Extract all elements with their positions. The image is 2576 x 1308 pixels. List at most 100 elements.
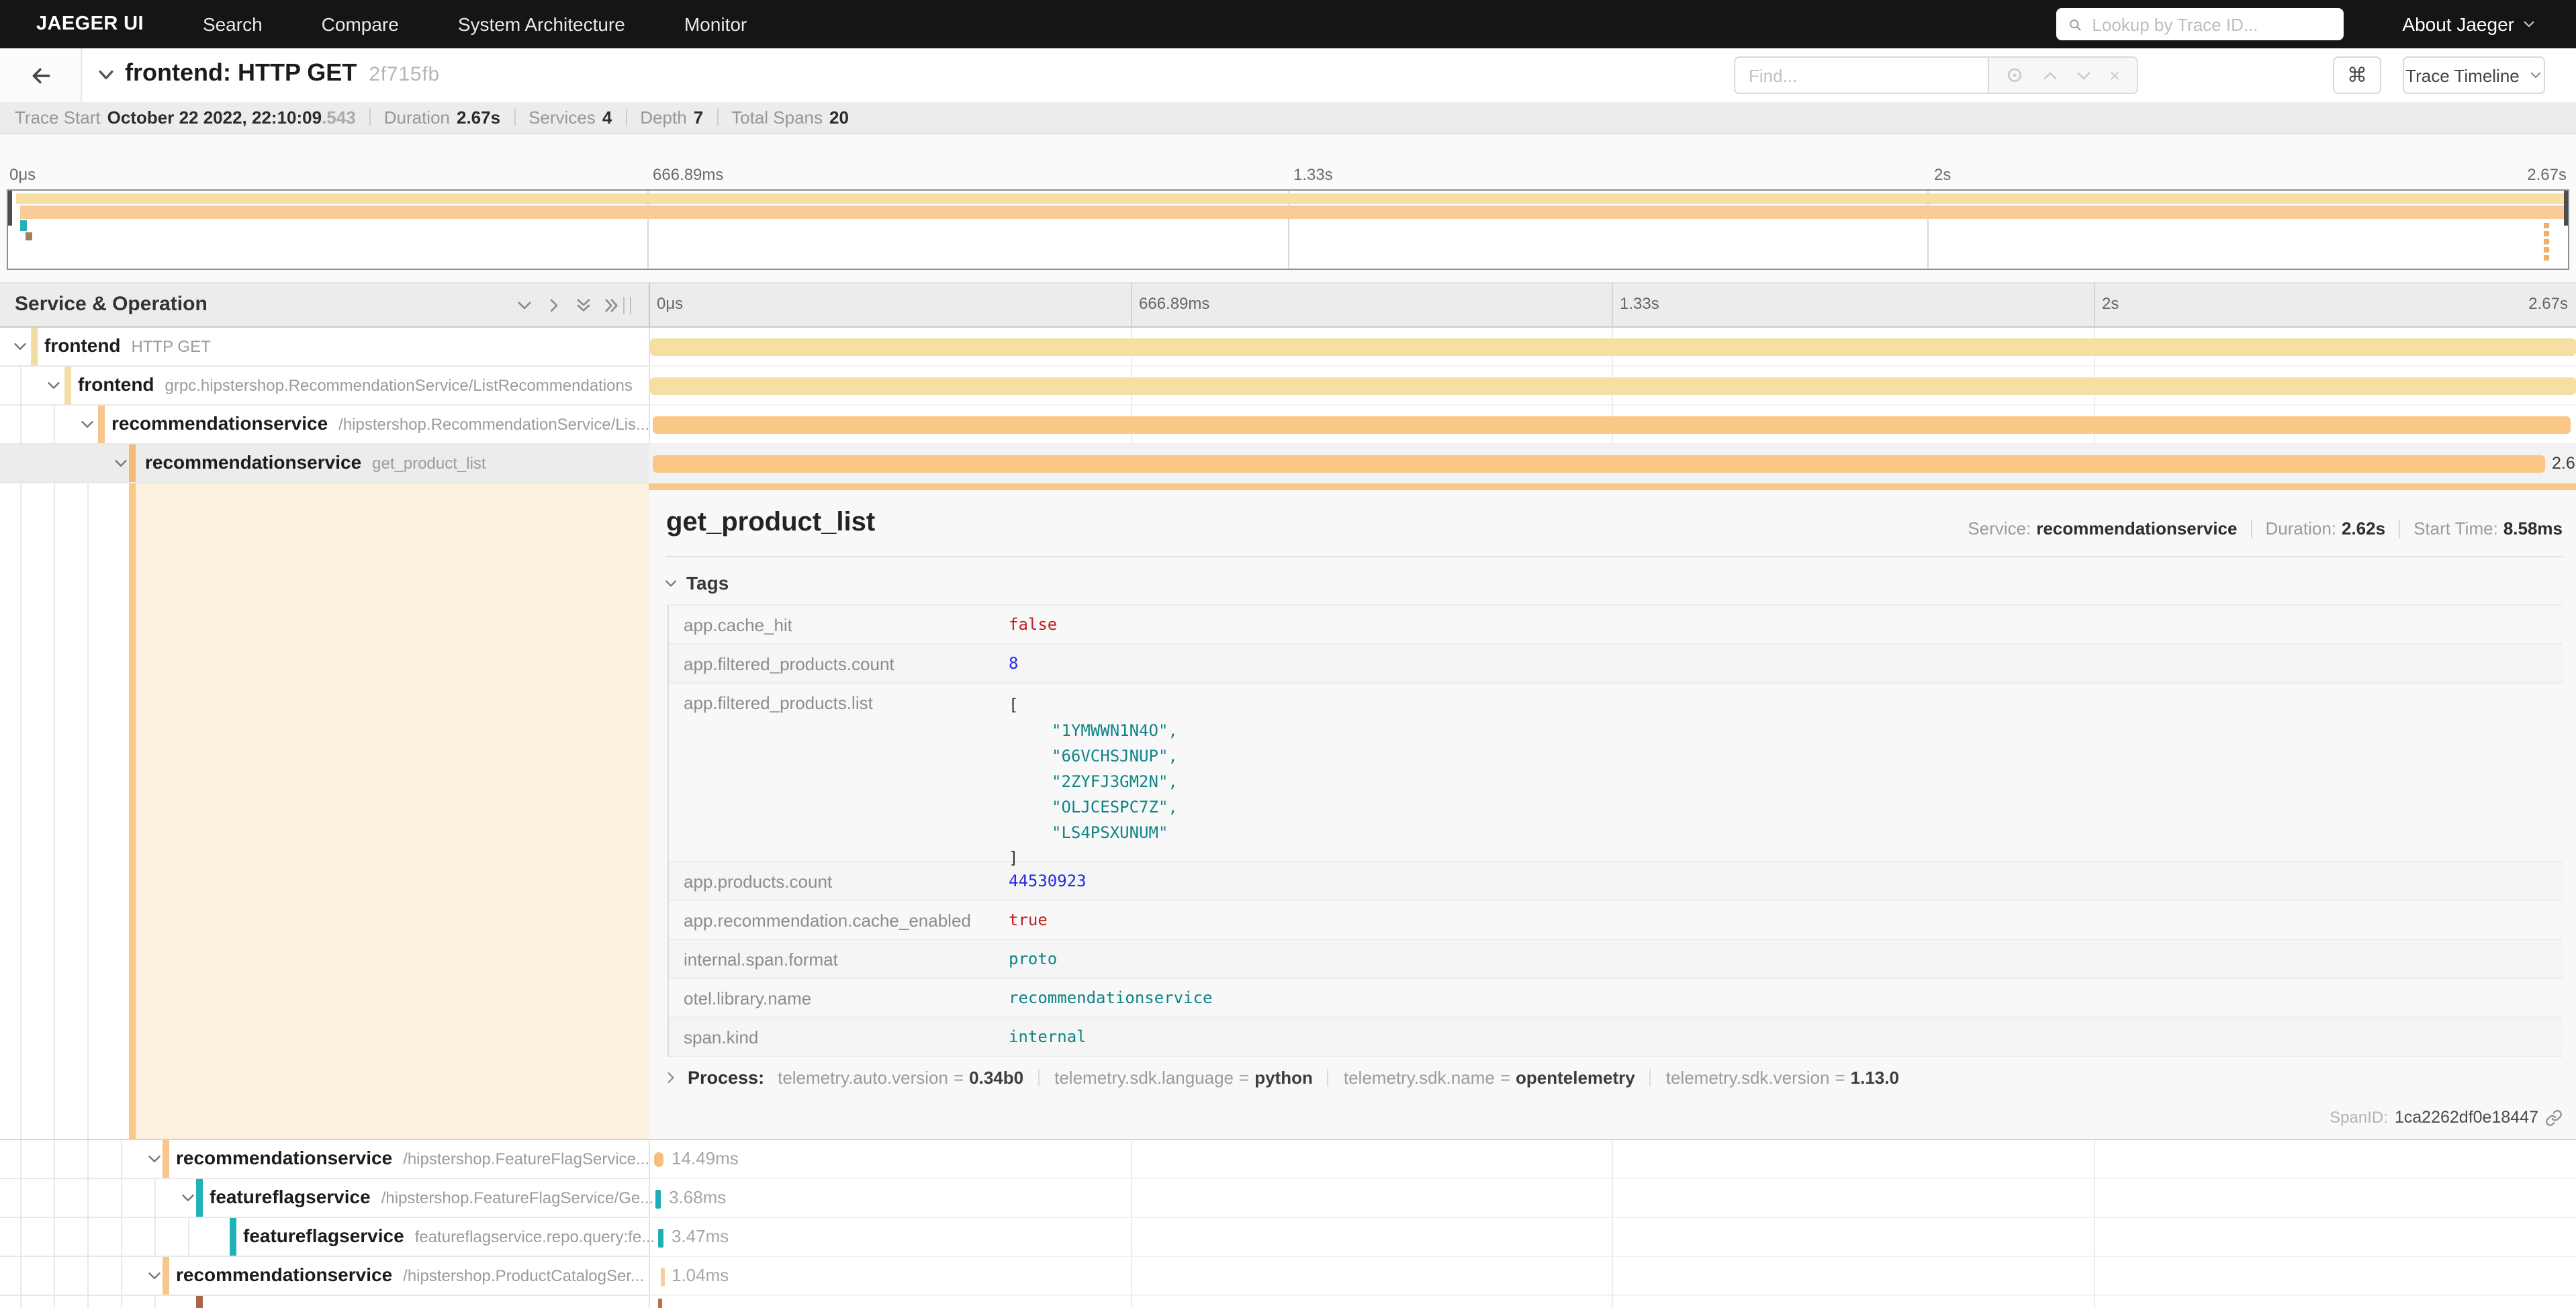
selected-span-highlight [136,483,649,1139]
span-name-row[interactable]: featureflagservice/hipstershop.FeatureFl… [0,1179,649,1218]
span-name-row-partial[interactable] [0,1296,649,1308]
span-name-row[interactable]: featureflagservicefeatureflagservice.rep… [0,1218,649,1257]
span-name-row-selected[interactable]: recommendationserviceget_product_list [0,445,649,483]
nav-item-search[interactable]: Search [203,13,263,35]
ruler-gridline [2094,283,2095,326]
collapse-all-icon[interactable] [575,297,592,314]
span-timeline-row[interactable] [649,406,2576,445]
span-bar[interactable] [654,1152,663,1167]
span-name-row[interactable]: frontendHTTP GET [0,328,649,367]
tag-row: otel.library.name recommendationservice [669,979,2563,1018]
chevron-down-icon[interactable] [146,1151,163,1167]
chevron-up-icon[interactable] [2041,66,2058,84]
clear-find-icon[interactable]: × [2109,66,2120,85]
nav-item-compare[interactable]: Compare [322,13,399,35]
keyboard-shortcuts-button[interactable]: ⌘ [2333,56,2381,94]
span-timeline-row-partial[interactable] [649,1296,2576,1308]
span-bar[interactable] [650,377,2576,395]
tree-guide-line [20,445,21,482]
trace-title[interactable]: frontend: HTTP GET2f715fb [125,59,440,87]
minimap-tick: 2.67s [2527,165,2567,184]
span-timeline-row[interactable]: 3.47ms [649,1218,2576,1257]
about-jaeger-menu[interactable]: About Jaeger [2402,13,2536,35]
back-button[interactable] [0,48,82,102]
span-duration-label: 14.49ms [672,1148,739,1168]
chevron-down-icon[interactable] [180,1190,196,1206]
span-timeline-row[interactable]: 1.04ms [649,1257,2576,1296]
span-timeline-row[interactable]: 3.68ms [649,1179,2576,1218]
jaeger-trace-page: JAEGER UI Search Compare System Architec… [0,0,2576,1308]
span-name-row[interactable]: recommendationservice/hipstershop.Featur… [0,1140,649,1179]
arrow-left-icon [29,64,52,87]
chevron-down-icon[interactable] [12,338,28,355]
span-timeline-row-selected[interactable]: 2.62s [649,445,2576,483]
trace-id-lookup-input[interactable] [2089,13,2331,36]
service-name: recommendationservice [176,1147,392,1168]
process-section-toggle[interactable]: Process: telemetry.auto.version = 0.34b0… [663,1068,1899,1088]
deep-link-icon[interactable] [2545,1109,2563,1126]
tags-section-toggle[interactable]: Tags [663,572,729,594]
divider [2399,519,2400,538]
minimap-left-drag-handle[interactable] [8,191,12,226]
trace-view-selector[interactable]: Trace Timeline [2403,56,2545,94]
chevron-down-icon[interactable] [79,416,95,432]
tree-guide-line [154,1179,156,1217]
span-bar[interactable] [661,1267,665,1286]
tree-guide-line [20,406,21,443]
jaeger-ui-logo[interactable]: JAEGER UI [36,13,144,35]
focus-target-icon[interactable] [2006,66,2025,85]
chevron-down-icon[interactable] [113,455,129,471]
span-name-row[interactable]: recommendationservice/hipstershop.Produc… [0,1257,649,1296]
find-input[interactable] [1734,56,1989,94]
tree-guide-line [54,1296,55,1308]
tree-guide-line [87,1218,89,1256]
span-bar[interactable] [653,416,2571,434]
minimap-span-bar [20,205,2564,219]
nav-item-monitor[interactable]: Monitor [684,13,747,35]
minimap-right-drag-handle[interactable] [2564,191,2568,226]
span-bar[interactable] [653,455,2545,473]
span-name-row[interactable]: frontendgrpc.hipstershop.RecommendationS… [0,367,649,406]
chevron-down-icon[interactable] [46,377,62,393]
span-color-strip [649,483,2576,490]
divider [369,109,371,126]
span-bar[interactable] [658,1228,663,1247]
trace-id-lookup-box[interactable] [2056,8,2343,40]
trace-summary-bar: Trace Start October 22 2022, 22:10:09 .5… [0,102,2576,134]
chevron-down-icon[interactable] [146,1268,163,1284]
trace-title-text: frontend: HTTP GET [125,59,357,86]
selected-span-color-bar [129,483,136,1139]
span-bar[interactable] [650,338,2576,356]
chevron-down-icon[interactable] [2075,66,2092,84]
tree-guide-line [54,483,55,1139]
trace-start-fraction: .543 [322,107,356,128]
expand-one-icon[interactable] [545,297,563,314]
operation-name: grpc.hipstershop.RecommendationService/L… [165,376,633,395]
span-service-operation: recommendationservice/hipstershop.Recomm… [111,412,649,434]
tree-guide-line [154,1218,156,1256]
ruler-tick: 2.67s [2528,294,2568,313]
span-name-row[interactable]: recommendationservice/hipstershop.Recomm… [0,406,649,445]
collapse-trace-chevron[interactable] [97,66,116,85]
operation-name: featureflagservice.repo.query:fe... [415,1227,655,1246]
collapse-one-icon[interactable] [516,297,533,314]
span-bar[interactable] [657,1299,661,1308]
tree-guide-line [87,1140,89,1178]
minimap-span-bar [2544,239,2549,244]
span-timeline-row[interactable]: 14.49ms [649,1140,2576,1179]
span-timeline-row[interactable] [649,367,2576,406]
nav-item-system-architecture[interactable]: System Architecture [458,13,625,35]
minimap-tick: 0μs [9,165,36,184]
service-label: Service: [1968,518,2031,539]
minimap-canvas[interactable] [7,189,2569,270]
operation-name: get_product_list [372,454,486,473]
expand-all-icon[interactable] [603,297,620,314]
chevron-down-icon [2522,17,2536,31]
service-color-bar [98,406,104,443]
span-timeline-row[interactable] [649,328,2576,367]
tag-row: span.kind internal [669,1018,2563,1057]
ruler-tick: 0μs [657,294,683,313]
about-jaeger-label: About Jaeger [2402,13,2514,35]
column-resizer-grip[interactable] [623,297,631,314]
span-bar[interactable] [655,1189,660,1208]
